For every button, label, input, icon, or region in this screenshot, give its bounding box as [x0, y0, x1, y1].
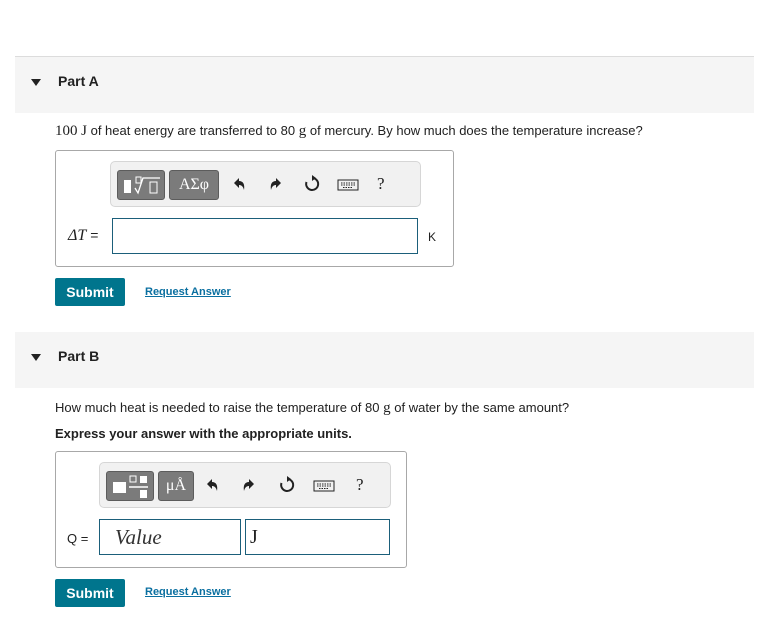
part-a-request-answer-link[interactable]: Request Answer: [145, 286, 231, 298]
kelvin-unit-label: K: [428, 230, 437, 244]
question-mass-unit: g: [383, 400, 391, 416]
question-mass-unit: g: [298, 123, 307, 139]
units-input[interactable]: J: [245, 519, 390, 555]
keyboard-icon[interactable]: [313, 479, 335, 493]
value-placeholder: Value: [115, 525, 162, 549]
question-text-end: of water by the same amount?: [394, 400, 570, 415]
units-input-value: J: [250, 526, 258, 548]
undo-icon[interactable]: [231, 176, 247, 192]
keyboard-icon[interactable]: [337, 178, 359, 192]
part-b-instruction: Express your answer with the appropriate…: [55, 426, 352, 441]
delta-t-label: ΔT =: [68, 227, 98, 245]
part-b-answer-box: μÅ ? Q = Value J: [55, 451, 407, 568]
reset-icon[interactable]: [303, 175, 321, 193]
templates-icon: [124, 176, 160, 195]
part-b-title: Part B: [58, 348, 100, 364]
part-a-toolbar: ΑΣφ ?: [110, 161, 421, 207]
help-button[interactable]: ?: [356, 475, 364, 495]
part-a-question: 100 J of heat energy are transferred to …: [55, 123, 643, 140]
question-mass-value: 80: [280, 123, 296, 138]
delta-t-input[interactable]: [112, 218, 418, 254]
q-label: Q =: [67, 531, 89, 546]
collapse-caret-icon[interactable]: [31, 354, 41, 361]
templates-button[interactable]: [106, 471, 154, 501]
part-a-title: Part A: [58, 73, 99, 89]
delta-t-symbol: ΔT: [68, 227, 87, 244]
part-b-header[interactable]: Part B: [15, 332, 754, 388]
redo-icon[interactable]: [268, 176, 284, 192]
question-text-mid: of heat energy are transferred to: [90, 123, 278, 138]
question-mass-value: 80: [365, 400, 380, 415]
question-energy-unit: J: [81, 123, 87, 139]
units-button[interactable]: μÅ: [158, 471, 194, 501]
part-b-request-answer-link[interactable]: Request Answer: [145, 586, 231, 598]
reset-icon[interactable]: [278, 476, 296, 494]
templates-button[interactable]: [117, 170, 165, 200]
part-b-toolbar: μÅ ?: [99, 462, 391, 508]
undo-icon[interactable]: [204, 477, 220, 493]
part-b-submit-button[interactable]: Submit: [55, 579, 125, 607]
collapse-caret-icon[interactable]: [31, 79, 41, 86]
question-energy-value: 100: [55, 123, 78, 139]
question-text-end: of mercury. By how much does the tempera…: [309, 123, 643, 138]
part-a-answer-box: ΑΣφ ? ΔT = K: [55, 150, 454, 267]
part-a-header[interactable]: Part A: [15, 57, 754, 113]
help-button[interactable]: ?: [377, 174, 385, 194]
redo-icon[interactable]: [241, 477, 257, 493]
greek-symbols-button[interactable]: ΑΣφ: [169, 170, 219, 200]
equals-sign: =: [90, 227, 99, 243]
part-a-submit-button[interactable]: Submit: [55, 278, 125, 306]
value-input[interactable]: Value: [99, 519, 241, 555]
question-text-start: How much heat is needed to raise the tem…: [55, 400, 362, 415]
part-b-question: How much heat is needed to raise the tem…: [55, 400, 569, 417]
templates-icon: [113, 475, 148, 498]
